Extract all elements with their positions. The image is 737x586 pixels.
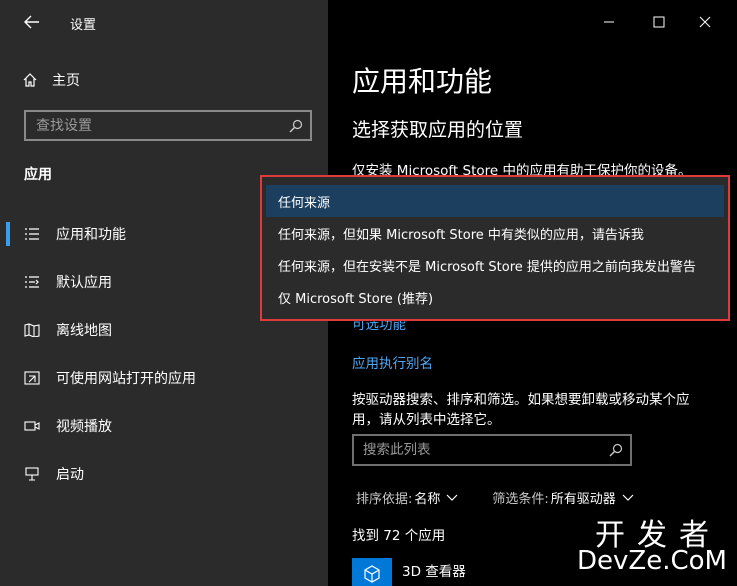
startup-icon [24,466,40,482]
section-label: 应用 [24,167,52,183]
settings-window: 设置 主页 应用 应用和功能 默认应用 [0,0,737,586]
home-nav-item[interactable]: 主页 [22,68,80,92]
app-name: 3D 查看器 [402,564,466,580]
sort-filter-bar: 排序依据: 名称 筛选条件: 所有驱动器 [356,488,634,507]
sort-label: 排序依据: [356,492,413,507]
maximize-button[interactable] [636,0,682,44]
sort-dropdown[interactable]: 排序依据: 名称 [356,488,458,507]
3d-viewer-icon [352,558,392,586]
sidebar-item-label: 默认应用 [56,275,112,291]
apps-found-count: 找到 72 个应用 [352,528,446,544]
map-icon [24,322,40,338]
settings-search-box[interactable] [24,110,312,141]
sidebar-item-startup[interactable]: 启动 [0,450,328,498]
back-button[interactable] [18,10,46,34]
filter-dropdown[interactable]: 筛选条件: 所有驱动器 [492,488,634,507]
default-apps-icon [24,274,40,290]
app-execution-alias-link[interactable]: 应用执行别名 [352,352,433,372]
maximize-icon [653,16,665,28]
section-subtitle: 选择获取应用的位置 [352,119,524,141]
sidebar-item-web-apps[interactable]: 可使用网站打开的应用 [0,354,328,402]
dropdown-option[interactable]: 任何来源，但在安装不是 Microsoft Store 提供的应用之前向我发出警… [266,249,724,281]
dropdown-option[interactable]: 任何来源 [266,185,724,217]
chevron-down-icon [446,494,458,502]
back-arrow-icon [24,15,39,29]
web-apps-icon [24,370,40,386]
watermark-bottom-text: DevZe.CoM [577,546,727,576]
app-list-search-box[interactable] [352,434,632,466]
settings-search-input[interactable] [26,117,282,134]
search-sort-filter-description: 按驱动器搜索、排序和筛选。如果想要卸载或移动某个应用，请从列表中选择它。 [352,392,690,428]
sidebar-item-label: 视频播放 [56,419,112,435]
sidebar-item-label: 启动 [56,467,84,483]
app-list-item[interactable]: 3D 查看器 [352,558,466,586]
page-title: 应用和功能 [352,65,493,98]
app-list-search-input[interactable] [354,442,602,458]
filter-label: 筛选条件: [492,492,549,507]
close-button[interactable] [682,0,728,44]
chevron-down-icon [622,494,634,502]
home-icon [23,73,37,87]
list-icon [24,226,40,242]
app-source-dropdown-list[interactable]: 任何来源 任何来源，但如果 Microsoft Store 中有类似的应用，请告… [260,175,730,321]
sort-value: 名称 [414,492,441,507]
search-icon[interactable] [282,119,310,133]
dropdown-option[interactable]: 任何来源，但如果 Microsoft Store 中有类似的应用，请告诉我 [266,217,724,249]
sidebar-item-video-playback[interactable]: 视频播放 [0,402,328,450]
window-title: 设置 [70,18,97,33]
sidebar-item-label: 可使用网站打开的应用 [56,371,196,387]
sidebar-item-label: 离线地图 [56,323,112,339]
dropdown-option[interactable]: 仅 Microsoft Store (推荐) [266,281,724,313]
home-label: 主页 [52,73,80,89]
filter-value: 所有驱动器 [550,492,616,507]
close-icon [699,16,711,28]
video-icon [24,418,40,434]
search-icon[interactable] [602,443,630,457]
watermark: 开发者 DevZe.CoM [569,510,729,580]
minimize-button[interactable] [586,0,632,44]
sidebar-item-label: 应用和功能 [56,227,126,243]
minimize-icon [604,21,614,23]
